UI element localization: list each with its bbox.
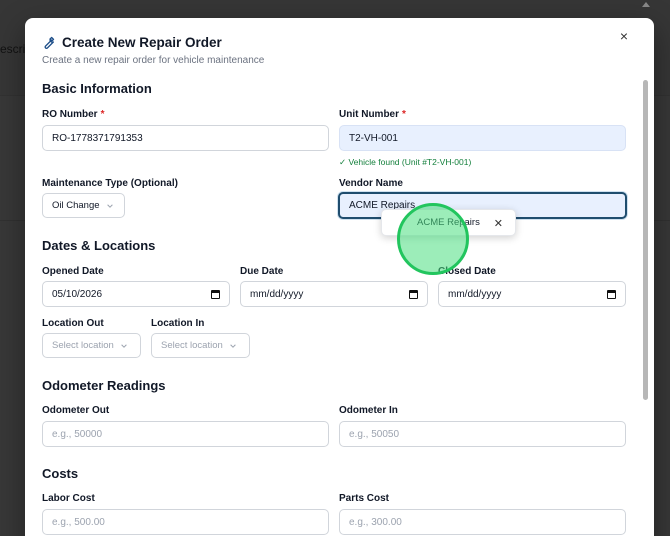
odometer-in-label: Odometer In (339, 405, 398, 416)
chevron-down-icon (106, 203, 113, 208)
calendar-icon[interactable] (409, 290, 418, 299)
vendor-suggestion-dropdown[interactable]: ACME Repairs ✕ (381, 209, 516, 236)
unit-number-input[interactable]: T2-VH-001 (339, 125, 626, 151)
location-in-value: Select location (161, 340, 223, 351)
modal-scrollbar[interactable] (643, 80, 648, 400)
section-costs: Costs (42, 466, 79, 481)
location-out-value: Select location (52, 340, 114, 351)
ro-number-input[interactable]: RO-1778371791353 (42, 125, 329, 151)
vendor-suggestion-item[interactable]: ACME Repairs (417, 217, 480, 228)
wrench-icon (44, 36, 55, 49)
opened-date-input[interactable]: 05/10/2026 (42, 281, 230, 307)
chevron-down-icon (121, 343, 127, 348)
close-icon[interactable]: × (616, 28, 632, 44)
odometer-in-input[interactable]: e.g., 50050 (339, 421, 626, 447)
location-out-label: Location Out (42, 318, 104, 329)
parts-cost-input[interactable]: e.g., 300.00 (339, 509, 626, 535)
section-dates-locations: Dates & Locations (42, 238, 156, 253)
unit-number-label: Unit Number * (339, 109, 406, 120)
location-in-select[interactable]: Select location (151, 333, 250, 358)
section-odometer-readings: Odometer Readings (42, 378, 166, 393)
calendar-icon[interactable] (211, 290, 220, 299)
labor-cost-label: Labor Cost (42, 493, 95, 504)
create-repair-order-modal: × Create New Repair Order Create a new r… (25, 18, 654, 536)
modal-subtitle: Create a new repair order for vehicle ma… (42, 55, 265, 66)
section-basic-information: Basic Information (42, 81, 152, 96)
vendor-name-label: Vendor Name (339, 178, 403, 189)
closed-date-label: Closed Date (438, 266, 496, 277)
closed-date-value: mm/dd/yyyy (448, 288, 502, 300)
opened-date-value: 05/10/2026 (52, 288, 103, 300)
odometer-out-label: Odometer Out (42, 405, 110, 416)
required-mark: * (402, 109, 406, 120)
modal-title: Create New Repair Order (62, 35, 222, 50)
parts-cost-label: Parts Cost (339, 493, 390, 504)
opened-date-label: Opened Date (42, 266, 104, 277)
calendar-icon[interactable] (607, 290, 616, 299)
labor-cost-input[interactable]: e.g., 500.00 (42, 509, 329, 535)
required-mark: * (100, 109, 105, 120)
maintenance-type-value: Oil Change (52, 200, 100, 211)
ro-number-label: RO Number * (42, 109, 105, 120)
vehicle-found-hint: ✓ Vehicle found (Unit #T2-VH-001) (339, 157, 472, 167)
closed-date-input[interactable]: mm/dd/yyyy (438, 281, 626, 307)
scroll-up-arrow[interactable] (642, 2, 650, 7)
chevron-down-icon (230, 343, 236, 348)
maintenance-type-label: Maintenance Type (Optional) (42, 178, 178, 189)
modal-header: Create New Repair Order (41, 35, 222, 50)
location-in-label: Location In (151, 318, 205, 329)
maintenance-type-select[interactable]: Oil Change (42, 193, 125, 218)
close-icon[interactable]: ✕ (494, 217, 503, 230)
due-date-value: mm/dd/yyyy (250, 288, 304, 300)
odometer-out-input[interactable]: e.g., 50000 (42, 421, 329, 447)
location-out-select[interactable]: Select location (42, 333, 141, 358)
due-date-input[interactable]: mm/dd/yyyy (240, 281, 428, 307)
due-date-label: Due Date (240, 266, 284, 277)
